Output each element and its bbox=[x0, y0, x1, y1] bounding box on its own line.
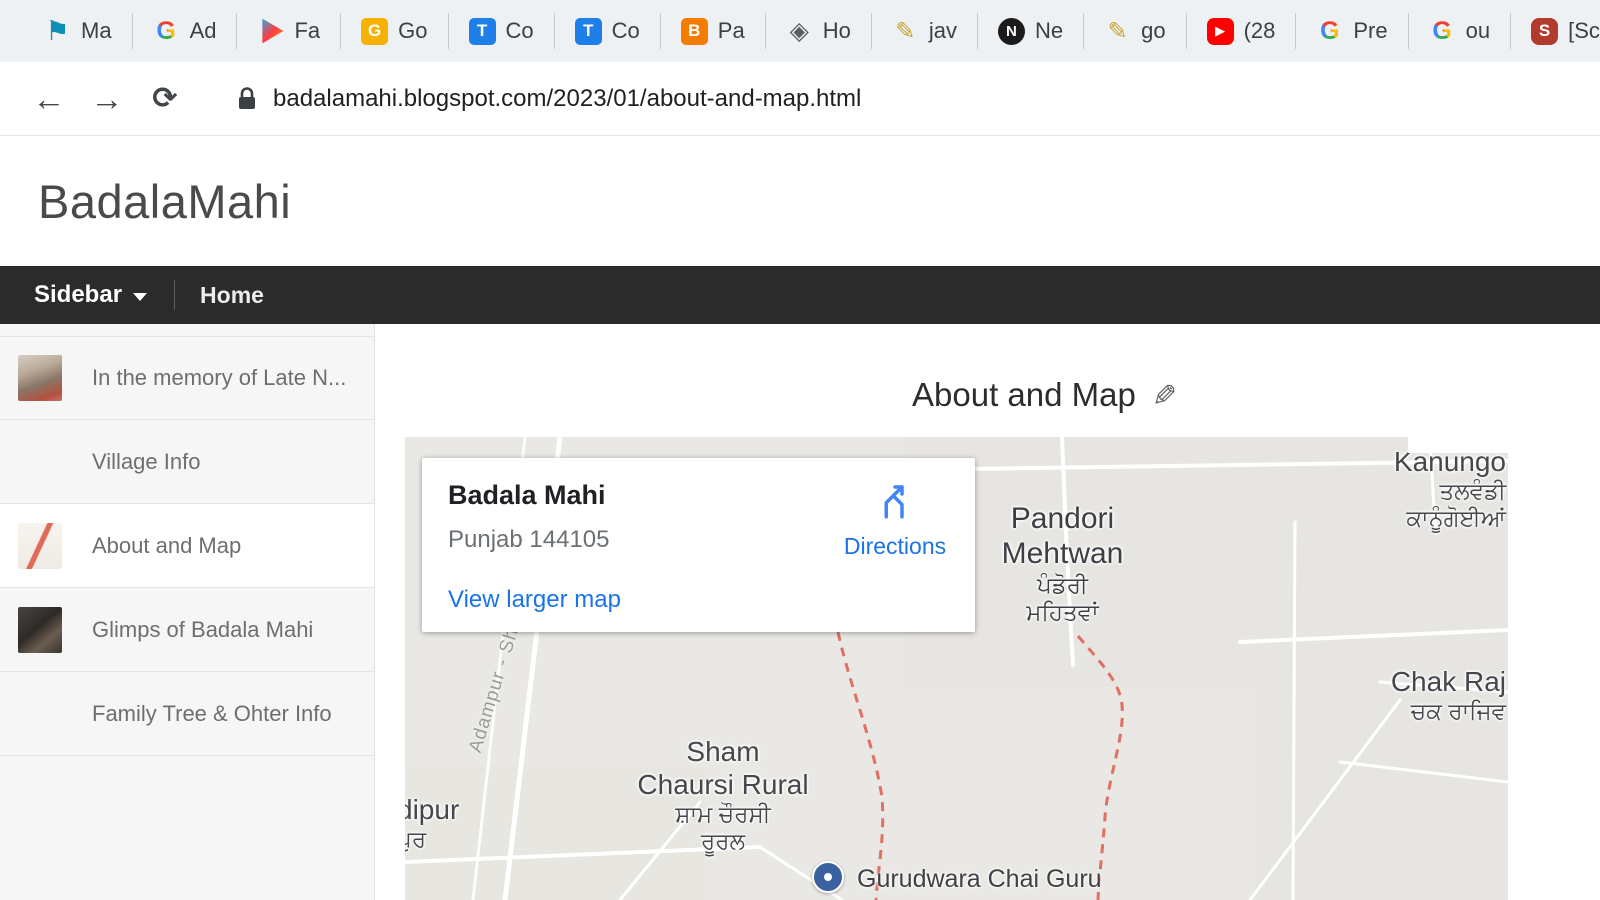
red-circle-app-icon: S bbox=[1531, 18, 1558, 45]
map-embed[interactable]: Kanungo ਤਲਵੰਡੀ ਕਾਨੂੰਗੋਈਆਂ Pandori Mehtwa… bbox=[405, 437, 1508, 900]
sidebar-item-label: Village Info bbox=[92, 449, 200, 475]
diamond-app-icon: ◈ bbox=[786, 18, 813, 45]
bookmark-label: Go bbox=[398, 18, 427, 44]
site-header: BadalaMahi bbox=[0, 136, 1600, 266]
bookmark-item[interactable]: G Ad bbox=[133, 13, 238, 49]
map-label-chak-raj: Chak Raj ਚਕ ਰਾਜਿਵ bbox=[1391, 665, 1506, 725]
bookmark-item[interactable]: B Pa bbox=[661, 13, 766, 49]
bookmark-label: (28 bbox=[1244, 18, 1276, 44]
bookmark-label: [Sc bbox=[1568, 18, 1600, 44]
flag-icon: ⚑ bbox=[44, 18, 71, 45]
directions-button[interactable]: Directions bbox=[833, 480, 957, 560]
bookmark-label: Ad bbox=[190, 18, 217, 44]
post-heading-row: About and Map ✎ bbox=[493, 376, 1596, 414]
directions-icon bbox=[874, 480, 916, 522]
url-text: badalamahi.blogspot.com/2023/01/about-an… bbox=[273, 85, 861, 113]
browser-toolbar: ← → ⟳ badalamahi.blogspot.com/2023/01/ab… bbox=[0, 62, 1600, 136]
youtube-icon: ▶ bbox=[1207, 18, 1234, 45]
map-thumbnail bbox=[18, 523, 62, 569]
bookmark-label: jav bbox=[929, 18, 957, 44]
blue-t-app-icon: T bbox=[469, 18, 496, 45]
bookmark-label: Pre bbox=[1353, 18, 1387, 44]
bookmark-label: ou bbox=[1466, 18, 1490, 44]
bookmark-item[interactable]: Fa bbox=[237, 13, 341, 49]
dark-circle-app-icon: N bbox=[998, 18, 1025, 45]
sidebar-item-label: In the memory of Late N... bbox=[92, 365, 346, 391]
map-label-dipur: dipur ਪੁਰ bbox=[405, 793, 459, 853]
sidebar-item-label: Glimps of Badala Mahi bbox=[92, 617, 313, 643]
page-title: About and Map bbox=[912, 376, 1136, 413]
blue-t-app-icon: T bbox=[575, 18, 602, 45]
nav-divider bbox=[174, 280, 175, 310]
bookmark-item[interactable]: Gou bbox=[1409, 13, 1511, 49]
sidebar: In the memory of Late N... Village Info … bbox=[0, 324, 375, 900]
map-control-partial bbox=[1408, 437, 1508, 453]
bookmark-label: Fa bbox=[294, 18, 320, 44]
google-play-icon bbox=[257, 18, 284, 45]
browser-window: ⚑Ma GAd Fa GGo TCo TCo BPa ◈Ho ✎jav NNe … bbox=[0, 0, 1600, 900]
view-larger-map-link[interactable]: View larger map bbox=[448, 586, 621, 614]
map-label-sham-chaursi: Sham Chaursi Rural ਸ਼ਾਮ ਚੌਰਸੀ ਰੂਰਲ bbox=[633, 735, 813, 855]
sidebar-item-label: About and Map bbox=[92, 533, 241, 559]
lock-icon bbox=[236, 86, 258, 112]
reload-button[interactable]: ⟳ bbox=[136, 84, 194, 114]
bookmark-item[interactable]: G Go bbox=[341, 13, 448, 49]
pencil-icon: ✎ bbox=[892, 18, 919, 45]
bookmarks-bar: ⚑Ma GAd Fa GGo TCo TCo BPa ◈Ho ✎jav NNe … bbox=[0, 0, 1600, 62]
edit-pencil-icon[interactable]: ✎ bbox=[1152, 379, 1177, 414]
bookmark-item[interactable]: S [Sc bbox=[1511, 13, 1600, 49]
bookmark-label: Pa bbox=[718, 18, 745, 44]
bookmark-label: Ma bbox=[81, 18, 112, 44]
chevron-down-icon bbox=[133, 293, 147, 301]
bookmark-label: go bbox=[1141, 18, 1165, 44]
address-bar[interactable]: badalamahi.blogspot.com/2023/01/about-an… bbox=[236, 85, 861, 113]
bookmark-item[interactable]: ✎ go bbox=[1084, 13, 1186, 49]
bookmark-item[interactable]: T Co bbox=[449, 13, 555, 49]
map-label-pandori-mehtwan: Pandori Mehtwan ਪੰਡੋਰੀ ਮਹਿਤਵਾਂ bbox=[975, 501, 1150, 626]
blogger-icon: B bbox=[681, 18, 708, 45]
gurudwara-poi-label: Gurudwara Chai Guru bbox=[857, 865, 1102, 894]
post-content: About and Map ✎ bbox=[375, 324, 1600, 900]
forward-button[interactable]: → bbox=[78, 82, 136, 115]
page-body: In the memory of Late N... Village Info … bbox=[0, 324, 1600, 900]
map-label-kanungo: Kanungo ਤਲਵੰਡੀ ਕਾਨੂੰਗੋਈਆਂ bbox=[1394, 445, 1506, 532]
google-g-icon: G bbox=[1429, 18, 1456, 45]
bookmark-item[interactable]: N Ne bbox=[978, 13, 1084, 49]
gurudwara-poi-icon[interactable] bbox=[812, 861, 844, 893]
directions-label: Directions bbox=[833, 533, 957, 560]
sidebar-item-village-info[interactable]: Village Info bbox=[0, 420, 374, 504]
collage-thumbnail bbox=[18, 607, 62, 653]
bookmark-item[interactable]: ▶ (28 bbox=[1187, 13, 1297, 49]
sidebar-item-memory[interactable]: In the memory of Late N... bbox=[0, 336, 374, 420]
memorial-photo-thumbnail bbox=[18, 355, 62, 401]
sidebar-item-label: Family Tree & Ohter Info bbox=[92, 701, 332, 727]
map-info-card: Badala Mahi Punjab 144105 View larger ma… bbox=[422, 458, 975, 632]
bookmark-label: Ne bbox=[1035, 18, 1063, 44]
sidebar-dropdown-label: Sidebar bbox=[34, 281, 122, 309]
bookmark-label: Co bbox=[612, 18, 640, 44]
bookmark-label: Co bbox=[506, 18, 534, 44]
sidebar-item-about-and-map[interactable]: About and Map bbox=[0, 504, 374, 588]
pencil-icon: ✎ bbox=[1104, 18, 1131, 45]
sidebar-item-family-tree[interactable]: Family Tree & Ohter Info bbox=[0, 672, 374, 756]
nav-home-link[interactable]: Home bbox=[200, 282, 264, 309]
site-navbar: Sidebar Home bbox=[0, 266, 1600, 324]
site-title[interactable]: BadalaMahi bbox=[38, 174, 291, 229]
bookmark-item[interactable]: ✎ jav bbox=[872, 13, 978, 49]
amber-app-icon: G bbox=[361, 18, 388, 45]
back-button[interactable]: ← bbox=[20, 82, 78, 115]
google-g-icon: G bbox=[153, 18, 180, 45]
sidebar-dropdown[interactable]: Sidebar bbox=[34, 281, 147, 309]
bookmark-item[interactable]: G Pre bbox=[1296, 13, 1408, 49]
bookmark-item[interactable]: T Co bbox=[555, 13, 661, 49]
bookmark-item[interactable]: ◈ Ho bbox=[766, 13, 872, 49]
google-g-icon: G bbox=[1316, 18, 1343, 45]
sidebar-item-glimps[interactable]: Glimps of Badala Mahi bbox=[0, 588, 374, 672]
bookmark-item[interactable]: ⚑ Ma bbox=[24, 13, 133, 49]
bookmark-label: Ho bbox=[823, 18, 851, 44]
